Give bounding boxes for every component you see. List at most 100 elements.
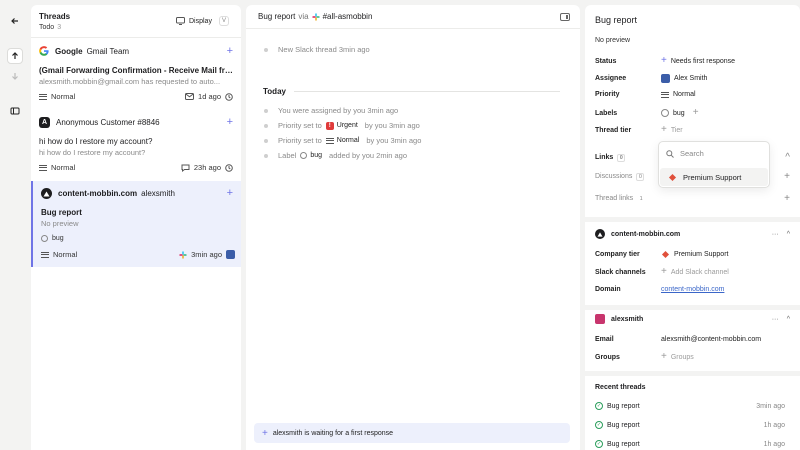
- panel-toggle-icon[interactable]: [560, 13, 570, 21]
- chevron-icon[interactable]: ^: [787, 316, 790, 323]
- google-icon: [39, 46, 49, 56]
- threads-title: Threads: [39, 12, 71, 21]
- assignee-field[interactable]: Assignee Alex Smith: [595, 74, 790, 83]
- label-icon: [300, 152, 308, 159]
- recent-thread-title: Bug report: [607, 440, 640, 448]
- chevron-icon[interactable]: ^: [785, 153, 790, 163]
- threads-filter[interactable]: Todo 3: [39, 24, 61, 31]
- recent-thread-title: Bug report: [607, 421, 640, 429]
- details-title: Bug report: [595, 15, 638, 25]
- avatar: A: [39, 117, 50, 128]
- display-button[interactable]: Display V: [176, 16, 229, 26]
- more-icon[interactable]: ···: [772, 316, 779, 323]
- sender-name: content-mobbin.com: [58, 189, 138, 198]
- arrow-down-icon: [12, 73, 18, 80]
- add-icon: +: [661, 351, 667, 362]
- recent-thread-item[interactable]: ✓ Bug report 1h ago: [595, 421, 785, 429]
- clock-icon: [225, 92, 233, 101]
- email-value[interactable]: alexsmith@content-mobbin.com: [661, 336, 761, 343]
- more-icon[interactable]: ···: [772, 231, 779, 238]
- sidebar-icon: [10, 107, 20, 115]
- field-label: Status: [595, 57, 617, 65]
- back-button[interactable]: [7, 13, 23, 29]
- status-field[interactable]: Status + Needs first response: [595, 55, 790, 66]
- user-name: alexsmith: [611, 315, 644, 323]
- labels-field: Labels bug +: [595, 108, 790, 118]
- event-text: by you 3min ago: [366, 136, 422, 145]
- company-header: content-mobbin.com ··· ^: [595, 229, 790, 239]
- priority-icon: [325, 137, 334, 144]
- domain-link[interactable]: content-mobbin.com: [661, 286, 724, 293]
- toggle-sidebar-button[interactable]: [7, 103, 23, 119]
- groups-field[interactable]: Groups + Groups: [595, 351, 790, 362]
- assignee-value: Alex Smith: [674, 75, 708, 82]
- add-label-icon[interactable]: +: [693, 108, 699, 118]
- details-panel: Bug report No preview Status + Needs firs…: [585, 5, 800, 450]
- dropdown-search[interactable]: Search: [666, 149, 704, 158]
- timeline-event: Priority set to Normal by you 3min ago: [264, 136, 421, 145]
- thread-preview: alexsmith.mobbin@gmail.com has requested…: [39, 77, 221, 86]
- company-tier-field[interactable]: Company tier Premium Support: [595, 250, 790, 259]
- thread-sender: A Anonymous Customer #8846: [39, 117, 160, 128]
- previous-thread-button[interactable]: [7, 48, 23, 64]
- timeline-event: Priority set to ! Urgent by you 3min ago: [264, 121, 420, 130]
- thread-item[interactable]: A Anonymous Customer #8846 + hi how do I…: [31, 110, 241, 180]
- field-label: Links 0: [595, 154, 661, 162]
- timeline-event: New Slack thread 3min ago: [264, 45, 370, 54]
- arrow-left-icon: [11, 18, 18, 24]
- thread-time: 3min ago: [191, 250, 222, 259]
- event-text: Priority set to: [278, 136, 322, 145]
- field-label: Assignee: [595, 75, 627, 82]
- conversation-title: Bug report: [258, 12, 296, 21]
- domain-field: Domain content-mobbin.com: [595, 286, 790, 293]
- thread-links-row: Thread links 1 +: [595, 194, 790, 204]
- chevron-icon[interactable]: ^: [787, 231, 790, 238]
- urgent-icon: !: [325, 121, 334, 130]
- recent-threads-title: Recent threads: [595, 384, 646, 391]
- recent-thread-item[interactable]: ✓ Bug report 1h ago: [595, 440, 785, 448]
- slack-channel-link[interactable]: #all-asmobbin: [311, 12, 373, 21]
- recent-thread-time: 1h ago: [763, 440, 785, 448]
- tier-placeholder: Tier: [670, 126, 683, 134]
- slack-icon: [311, 12, 320, 21]
- priority-field[interactable]: Priority Normal: [595, 91, 790, 98]
- conversation-panel: Bug report via #all-asmobbin New Slack t…: [246, 5, 580, 450]
- status-icon: +: [661, 55, 667, 66]
- email-field: Email alexsmith@content-mobbin.com: [595, 336, 790, 343]
- assignee-avatar: [226, 250, 235, 259]
- field-label: Thread links 1: [595, 195, 643, 202]
- next-thread-button[interactable]: [7, 68, 23, 84]
- priority-icon: [39, 164, 47, 171]
- company-logo-icon: [595, 229, 605, 239]
- sparkle-icon: +: [226, 45, 233, 57]
- thread-priority: Normal: [51, 163, 76, 172]
- dropdown-option-premium-support[interactable]: Premium Support: [660, 168, 768, 186]
- thread-tier-field[interactable]: Thread tier + Tier: [595, 125, 790, 135]
- company-name: content-mobbin.com: [611, 230, 681, 238]
- company-tier-value: Premium Support: [674, 251, 729, 258]
- sender-name: Anonymous Customer #8846: [56, 118, 160, 127]
- thread-priority: Normal: [51, 92, 76, 101]
- channel-name: #all-asmobbin: [322, 12, 373, 21]
- slack-channels-field[interactable]: Slack channels + Add Slack channel: [595, 267, 790, 277]
- priority-value: Normal: [673, 91, 696, 98]
- label-text: bug: [52, 235, 64, 242]
- slack-placeholder: Add Slack channel: [670, 268, 729, 276]
- groups-placeholder: Groups: [670, 353, 694, 361]
- add-discussion-icon[interactable]: +: [784, 172, 790, 182]
- display-label: Display: [189, 17, 212, 25]
- thread-sender: Google Gmail Team: [39, 46, 129, 56]
- thread-item-selected[interactable]: content-mobbin.com alexsmith + Bug report…: [31, 181, 241, 267]
- label-icon: [661, 109, 669, 117]
- recent-thread-item[interactable]: ✓ Bug report 3min ago: [595, 402, 785, 410]
- company-logo-icon: [41, 188, 52, 199]
- threads-panel: Threads Todo 3 Display V Google Gmail Team…: [31, 5, 241, 450]
- thread-item[interactable]: Google Gmail Team + (Gmail Forwarding Con…: [31, 39, 241, 109]
- label-value[interactable]: bug: [673, 110, 685, 117]
- recent-threads-header: Recent threads: [595, 384, 790, 391]
- add-thread-link-icon[interactable]: +: [784, 194, 790, 204]
- diamond-icon: [661, 250, 670, 259]
- field-label: Priority: [595, 91, 620, 98]
- thread-preview: No preview: [41, 219, 79, 228]
- user-header: alexsmith ··· ^: [595, 314, 790, 324]
